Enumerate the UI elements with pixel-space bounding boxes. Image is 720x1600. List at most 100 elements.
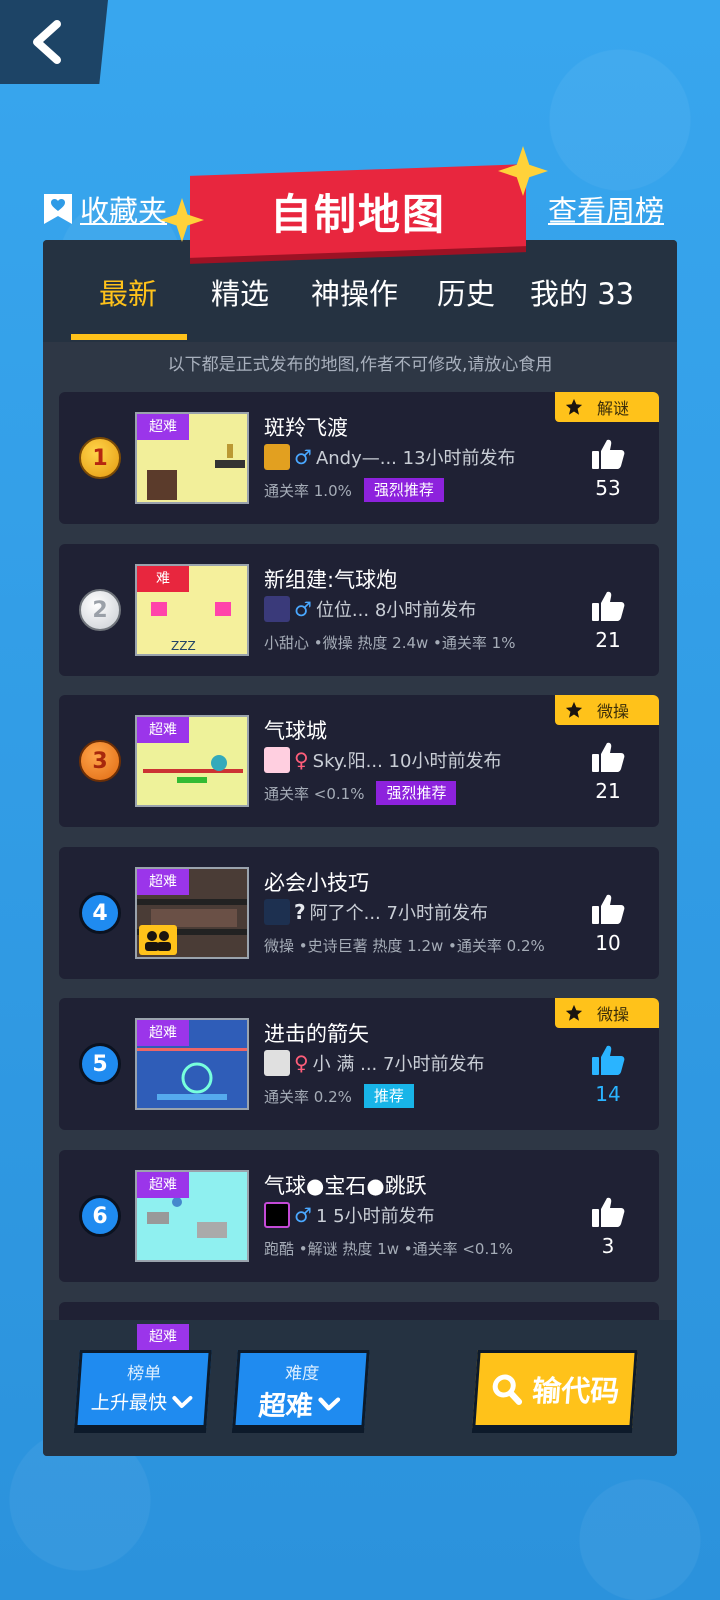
gender-icon: ♀ [294,748,309,772]
meta-text: 微操 •史诗巨著 热度 1.2w •通关率 0.2% [264,936,545,955]
page-title-banner: 自制地图 [190,164,526,258]
difficulty-value: 超难 [257,1391,314,1422]
meta-row: 通关率 0.2% 推荐 [264,1084,414,1108]
tab-featured[interactable]: 精选 [211,274,269,314]
ranking-filter-button[interactable]: 榜单 上升最快 [74,1350,212,1428]
chevron-down-icon [318,1396,341,1411]
meta-row: 微操 •史诗巨著 热度 1.2w •通关率 0.2% [264,933,545,957]
rank-badge: 6 [79,1195,121,1237]
map-title: 新组建:气球炮 [264,568,398,592]
difficulty-filter-button[interactable]: 难度 超难 [232,1350,370,1428]
author-row: ? 阿了个... 7小时前发布 [264,899,488,925]
author-row: ♂ 位位... 8小时前发布 [264,596,476,622]
map-thumbnail[interactable]: 超难 [135,715,249,807]
like-button[interactable]: 53 [591,438,625,500]
author-avatar[interactable] [264,747,290,773]
difficulty-caption: 难度 [284,1364,320,1384]
map-title: 进击的箭矢 [264,1022,369,1046]
rank-badge: 2 [79,589,121,631]
thumbs-up-icon [592,439,625,469]
difficulty-badge: 超难 [137,1020,189,1046]
difficulty-badge: 难 [137,566,189,592]
tab-mine[interactable]: 我的 33 [530,274,634,314]
thumbs-up-icon [592,894,625,924]
enter-code-button[interactable]: 输代码 [472,1350,638,1428]
difficulty-badge: 超难 [137,717,189,743]
like-button[interactable]: 21 [591,741,625,803]
like-count: 21 [595,628,621,652]
enter-code-label: 输代码 [531,1374,621,1408]
like-count: 10 [595,931,621,955]
author-avatar[interactable] [264,1202,290,1228]
category-tag-label: 微操 [597,1005,630,1024]
like-button[interactable]: 21 [591,590,625,652]
map-card[interactable]: 2 ZZZ 难 新组建:气球炮 ♂ 位位... 8小时前发布小甜心 •微操 热度 2.4w… [59,544,659,676]
like-count: 21 [595,779,621,803]
category-tag: 微操 [555,695,659,725]
author-avatar[interactable] [264,444,290,470]
map-card[interactable]: 4 超难 必会小技巧? 阿了个... 7小时前发布 微操 •史诗巨著 热度 1.2w •… [59,847,659,979]
tab-history[interactable]: 历史 [437,274,495,314]
gender-icon: ? [294,900,306,924]
chevron-down-icon [172,1395,193,1408]
ranking-caption: 榜单 [126,1364,162,1384]
author-avatar[interactable] [264,596,290,622]
thumbs-up-icon [592,1045,625,1075]
category-tag-label: 解谜 [597,399,630,418]
author-row: ♀ 小 满 ... 7小时前发布 [264,1050,484,1076]
like-button[interactable]: 10 [591,893,625,955]
star-icon [565,701,583,718]
tab-latest[interactable]: 最新 [99,274,157,314]
category-tag: 微操 [555,998,659,1028]
recommend-badge: 推荐 [363,1084,414,1108]
author-avatar[interactable] [264,1050,290,1076]
meta-row: 跑酷 •解谜 热度 1w •通关率 <0.1% [264,1236,513,1260]
map-card[interactable]: 5 超难 进击的箭矢 ♀ 小 满 ... 7小时前发布 通关率 0.2% 推荐 微操 14 [59,998,659,1130]
meta-text: 通关率 <0.1% [264,784,365,803]
map-thumbnail[interactable]: ZZZ 难 [135,564,249,656]
weekly-ranking-link[interactable]: 查看周榜 [548,188,664,230]
active-tab-indicator [71,334,187,340]
map-thumbnail[interactable]: 超难 [135,1018,249,1110]
author-info: 阿了个... 7小时前发布 [309,903,488,924]
author-info: 位位... 8小时前发布 [315,600,477,621]
ranking-value: 上升最快 [90,1392,168,1414]
map-title: 必会小技巧 [264,871,369,895]
svg-text:ZZZ: ZZZ [171,639,196,653]
map-card[interactable]: 3 超难 气球城 ♀ Sky.阳... 10小时前发布通关率 <0.1% 强烈推荐 微操 21 [59,695,659,827]
back-button[interactable] [0,0,108,84]
star-icon [565,1004,583,1021]
rank-badge: 3 [79,740,121,782]
thumbs-up-icon [592,742,625,772]
author-info: 小 满 ... 7小时前发布 [312,1054,485,1075]
gender-icon: ♂ [294,445,312,469]
difficulty-badge: 超难 [137,869,189,895]
meta-row: 通关率 <0.1% 强烈推荐 [264,781,457,805]
recommend-badge: 强烈推荐 [363,478,444,502]
page-title: 自制地图 [269,189,446,239]
difficulty-badge: 超难 [137,1324,189,1350]
like-button[interactable]: 14 [591,1044,625,1106]
gender-icon: ♂ [294,597,312,621]
map-thumbnail[interactable]: 超难 [135,412,249,504]
author-avatar[interactable] [264,899,290,925]
star-icon [565,398,583,415]
map-card[interactable]: 6 超难 气球●宝石●跳跃 ♂ 1 5小时前发布 跑酷 •解谜 热度 1w •通关率 <0… [59,1150,659,1282]
difficulty-badge: 超难 [137,1172,189,1198]
meta-row: 小甜心 •微操 热度 2.4w •通关率 1% [264,630,515,654]
back-arrow-icon [33,20,61,64]
map-thumbnail[interactable]: 超难 [135,867,249,959]
difficulty-badge: 超难 [137,414,189,440]
map-title: 气球城 [264,719,327,743]
favorites-link[interactable]: 收藏夹 [42,188,167,230]
map-title: 斑羚飞渡 [264,416,348,440]
map-card[interactable]: 1 超难 斑羚飞渡 ♂ Andy—... 13小时前发布 通关率 1.0% 强烈推荐 解谜 53 [59,392,659,524]
author-info: Sky.阳... 10小时前发布 [312,751,502,772]
rank-badge: 4 [79,892,121,934]
map-thumbnail[interactable]: 超难 [135,1170,249,1262]
tab-skill-play[interactable]: 神操作 [311,274,398,314]
meta-text: 通关率 1.0% [264,481,352,500]
category-tag-label: 微操 [597,702,630,721]
like-button[interactable]: 3 [591,1196,625,1258]
notice-text: 以下都是正式发布的地图,作者不可修改,请放心食用 [167,355,553,375]
